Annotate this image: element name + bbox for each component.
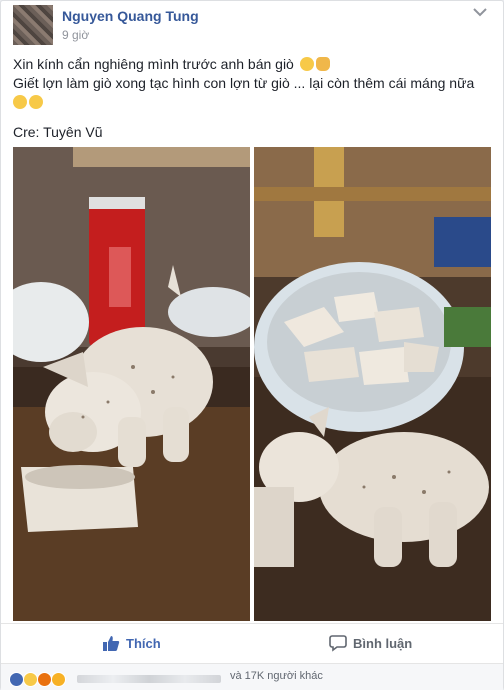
post-line-2-text: Giết lợn làm giò xong tạc hình con lợn t… bbox=[13, 75, 475, 91]
post-line-3 bbox=[13, 93, 493, 112]
angry-icon bbox=[37, 672, 52, 687]
like-label: Thích bbox=[126, 635, 161, 651]
hug-emoji-icon bbox=[299, 57, 314, 71]
post-timestamp[interactable]: 9 giờ bbox=[62, 28, 89, 42]
post-options-chevron-icon[interactable] bbox=[471, 5, 489, 19]
post-line-2: Giết lợn làm giò xong tạc hình con lợn t… bbox=[13, 74, 493, 93]
pig-sculpture-photo bbox=[13, 147, 250, 621]
author-avatar[interactable] bbox=[13, 5, 53, 45]
thumbs-up-icon bbox=[103, 636, 120, 651]
like-button[interactable]: Thích bbox=[102, 633, 161, 653]
post-line-1-text: Xin kính cẩn nghiêng mình trước anh bán … bbox=[13, 56, 294, 72]
reactions-summary[interactable]: và 17K người khác bbox=[1, 663, 503, 690]
reactor-names-blurred bbox=[77, 675, 221, 683]
post-photo-right[interactable] bbox=[254, 147, 491, 621]
laugh-emoji-icon bbox=[29, 95, 43, 109]
comment-icon bbox=[329, 635, 347, 652]
post-actions-bar: Thích Bình luận bbox=[1, 623, 503, 662]
author-name[interactable]: Nguyen Quang Tung bbox=[62, 8, 199, 24]
wow-icon bbox=[51, 672, 66, 687]
laugh-emoji-icon bbox=[13, 95, 27, 109]
post-card: Nguyen Quang Tung 9 giờ Xin kính cẩn ngh… bbox=[0, 0, 504, 690]
reactions-count[interactable]: và 17K người khác bbox=[230, 670, 323, 682]
pray-emoji-icon bbox=[315, 57, 330, 71]
comment-label: Bình luận bbox=[353, 635, 413, 651]
comment-button[interactable]: Bình luận bbox=[329, 633, 412, 653]
haha-icon bbox=[23, 672, 38, 687]
post-photo-left[interactable] bbox=[13, 147, 250, 621]
post-line-1: Xin kính cẩn nghiêng mình trước anh bán … bbox=[13, 55, 493, 74]
post-credit: Cre: Tuyên Vũ bbox=[13, 124, 103, 140]
post-message: Xin kính cẩn nghiêng mình trước anh bán … bbox=[13, 55, 493, 142]
like-icon bbox=[9, 672, 24, 687]
pig-sculpture-bowl-photo bbox=[254, 147, 491, 621]
